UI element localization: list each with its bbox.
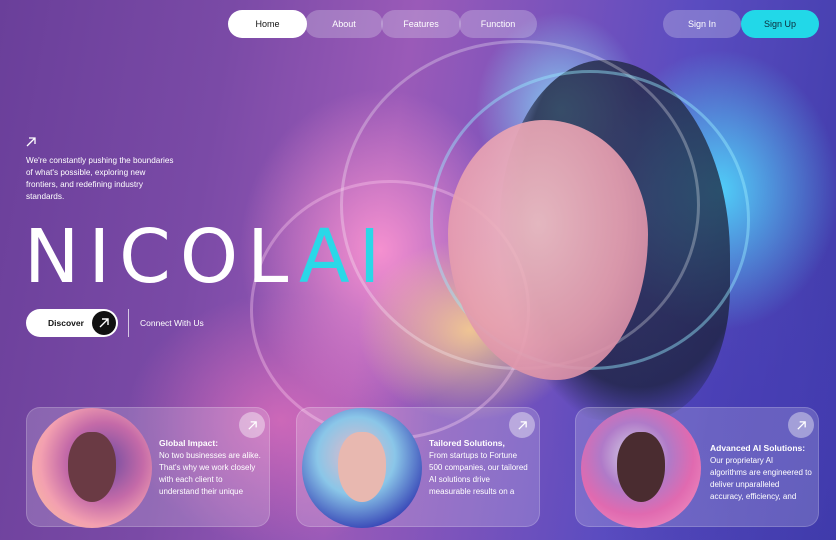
card-portrait-image (32, 408, 152, 528)
arrow-up-right-icon[interactable] (509, 412, 535, 438)
arrow-up-right-icon (92, 311, 116, 335)
card-title: Global Impact: (159, 438, 219, 448)
nav-features[interactable]: Features (381, 10, 461, 38)
feature-card-global-impact[interactable]: Global Impact: No two businesses are ali… (26, 407, 270, 528)
card-title: Advanced AI Solutions: (710, 443, 806, 453)
card-description: Our proprietary AI algorithms are engine… (710, 456, 812, 501)
sign-up-button[interactable]: Sign Up (741, 10, 819, 38)
nav-function[interactable]: Function (459, 10, 537, 38)
brand-name-main: NICOL (24, 214, 300, 300)
arrow-up-right-icon[interactable] (788, 412, 814, 438)
card-portrait-image (302, 408, 422, 528)
brand-wordmark: NICOLAI (24, 220, 389, 294)
nav-about[interactable]: About (305, 10, 383, 38)
sign-in-button[interactable]: Sign In (663, 10, 741, 38)
discover-label: Discover (48, 318, 84, 328)
discover-button[interactable]: Discover (26, 309, 118, 337)
card-description: From startups to Fortune 500 companies, … (429, 451, 528, 496)
divider (128, 309, 129, 337)
arrow-up-right-icon (26, 137, 36, 147)
nav-home[interactable]: Home (228, 10, 307, 38)
main-nav: Home About Features Function (228, 10, 537, 38)
arrow-up-right-icon[interactable] (239, 412, 265, 438)
card-description: No two businesses are alike. That's why … (159, 451, 261, 496)
feature-card-tailored-solutions[interactable]: Tailored Solutions, From startups to For… (296, 407, 540, 528)
hero-tagline: We're constantly pushing the boundaries … (26, 156, 174, 201)
feature-card-advanced-ai[interactable]: Advanced AI Solutions: Our proprietary A… (575, 407, 819, 528)
card-portrait-image (581, 408, 701, 528)
connect-with-us-link[interactable]: Connect With Us (140, 318, 204, 328)
brand-name-accent: AI (299, 214, 390, 300)
auth-buttons: Sign In Sign Up (663, 10, 819, 38)
card-title: Tailored Solutions, (429, 438, 505, 448)
